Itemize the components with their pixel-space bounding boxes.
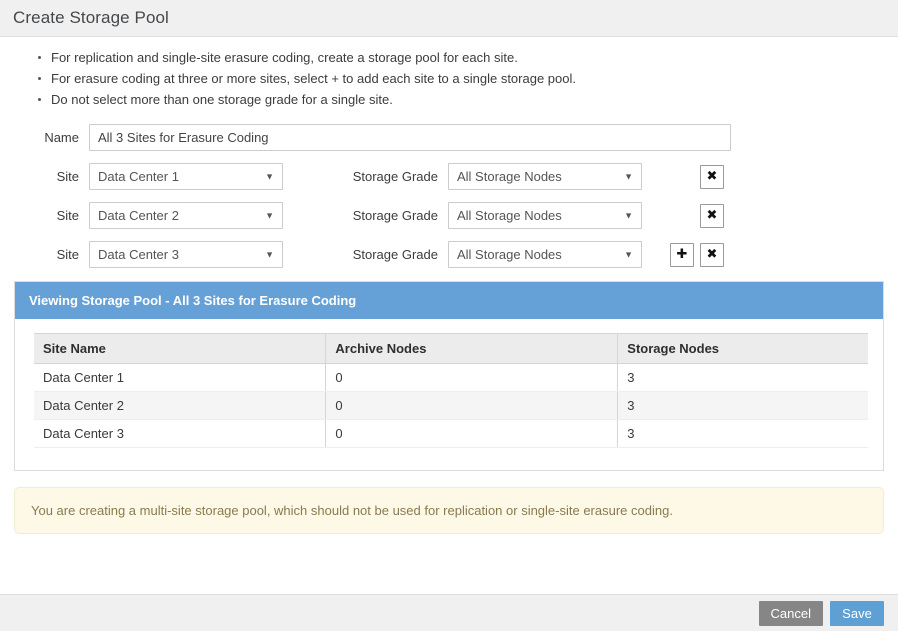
instructions-list: For replication and single-site erasure … bbox=[14, 48, 884, 109]
row-actions-2: ✖ bbox=[654, 204, 774, 228]
save-button[interactable]: Save bbox=[830, 601, 884, 626]
site-select-value: Data Center 3 bbox=[98, 247, 179, 262]
storage-grade-select-value: All Storage Nodes bbox=[457, 208, 562, 223]
name-label: Name bbox=[14, 130, 89, 145]
instruction-item: For erasure coding at three or more site… bbox=[51, 69, 884, 88]
remove-site-button[interactable]: ✖ bbox=[700, 204, 724, 228]
site-select-3[interactable]: Data Center 3 ▼ bbox=[89, 241, 283, 268]
page-title: Create Storage Pool bbox=[13, 8, 169, 28]
remove-site-button[interactable]: ✖ bbox=[700, 243, 724, 267]
cell-archive-nodes: 0 bbox=[326, 392, 618, 420]
cell-site-name: Data Center 1 bbox=[34, 364, 326, 392]
site-row: Site Data Center 2 ▼ Storage Grade All S… bbox=[14, 202, 884, 229]
row-actions-1: ✖ bbox=[654, 165, 774, 189]
table-row: Data Center 3 0 3 bbox=[34, 420, 868, 448]
instruction-item: For replication and single-site erasure … bbox=[51, 48, 884, 67]
storage-grade-label: Storage Grade bbox=[283, 169, 448, 184]
cell-storage-nodes: 3 bbox=[618, 364, 868, 392]
chevron-down-icon: ▼ bbox=[265, 211, 274, 220]
cell-storage-nodes: 3 bbox=[618, 420, 868, 448]
remove-site-button[interactable]: ✖ bbox=[700, 165, 724, 189]
row-actions-3: ✚ ✖ bbox=[654, 243, 774, 267]
chevron-down-icon: ▼ bbox=[265, 250, 274, 259]
storage-grade-label: Storage Grade bbox=[283, 208, 448, 223]
chevron-down-icon: ▼ bbox=[624, 211, 633, 220]
window-titlebar: Create Storage Pool bbox=[0, 0, 898, 37]
site-row: Site Data Center 3 ▼ Storage Grade All S… bbox=[14, 241, 884, 268]
panel-header-title: Viewing Storage Pool - All 3 Sites for E… bbox=[15, 282, 883, 319]
cell-archive-nodes: 0 bbox=[326, 364, 618, 392]
site-select-1[interactable]: Data Center 1 ▼ bbox=[89, 163, 283, 190]
chevron-down-icon: ▼ bbox=[624, 250, 633, 259]
site-label: Site bbox=[14, 169, 89, 184]
site-summary-table: Site Name Archive Nodes Storage Nodes Da… bbox=[34, 333, 868, 448]
table-row: Data Center 2 0 3 bbox=[34, 392, 868, 420]
storage-grade-label: Storage Grade bbox=[283, 247, 448, 262]
warning-banner: You are creating a multi-site storage po… bbox=[14, 487, 884, 534]
site-select-value: Data Center 1 bbox=[98, 169, 179, 184]
name-row: Name bbox=[14, 124, 884, 151]
storage-grade-select-value: All Storage Nodes bbox=[457, 169, 562, 184]
site-label: Site bbox=[14, 247, 89, 262]
site-select-value: Data Center 2 bbox=[98, 208, 179, 223]
cancel-button[interactable]: Cancel bbox=[759, 601, 823, 626]
add-site-button[interactable]: ✚ bbox=[670, 243, 694, 267]
viewing-storage-pool-panel: Viewing Storage Pool - All 3 Sites for E… bbox=[14, 281, 884, 471]
pool-name-input[interactable] bbox=[89, 124, 731, 151]
column-header-archive-nodes: Archive Nodes bbox=[326, 334, 618, 364]
table-row: Data Center 1 0 3 bbox=[34, 364, 868, 392]
cell-site-name: Data Center 3 bbox=[34, 420, 326, 448]
column-header-storage-nodes: Storage Nodes bbox=[618, 334, 868, 364]
column-header-site-name: Site Name bbox=[34, 334, 326, 364]
storage-grade-select-2[interactable]: All Storage Nodes ▼ bbox=[448, 202, 642, 229]
cell-storage-nodes: 3 bbox=[618, 392, 868, 420]
site-row: Site Data Center 1 ▼ Storage Grade All S… bbox=[14, 163, 884, 190]
storage-grade-select-value: All Storage Nodes bbox=[457, 247, 562, 262]
cell-site-name: Data Center 2 bbox=[34, 392, 326, 420]
main-content: For replication and single-site erasure … bbox=[0, 48, 898, 534]
panel-body: Site Name Archive Nodes Storage Nodes Da… bbox=[15, 319, 883, 470]
table-header-row: Site Name Archive Nodes Storage Nodes bbox=[34, 334, 868, 364]
chevron-down-icon: ▼ bbox=[624, 172, 633, 181]
storage-pool-form: Name Site Data Center 1 ▼ Storage Grade … bbox=[14, 124, 884, 268]
storage-grade-select-3[interactable]: All Storage Nodes ▼ bbox=[448, 241, 642, 268]
chevron-down-icon: ▼ bbox=[265, 172, 274, 181]
site-label: Site bbox=[14, 208, 89, 223]
storage-grade-select-1[interactable]: All Storage Nodes ▼ bbox=[448, 163, 642, 190]
instruction-item: Do not select more than one storage grad… bbox=[51, 90, 884, 109]
dialog-footer: Cancel Save bbox=[0, 594, 898, 631]
cell-archive-nodes: 0 bbox=[326, 420, 618, 448]
site-select-2[interactable]: Data Center 2 ▼ bbox=[89, 202, 283, 229]
